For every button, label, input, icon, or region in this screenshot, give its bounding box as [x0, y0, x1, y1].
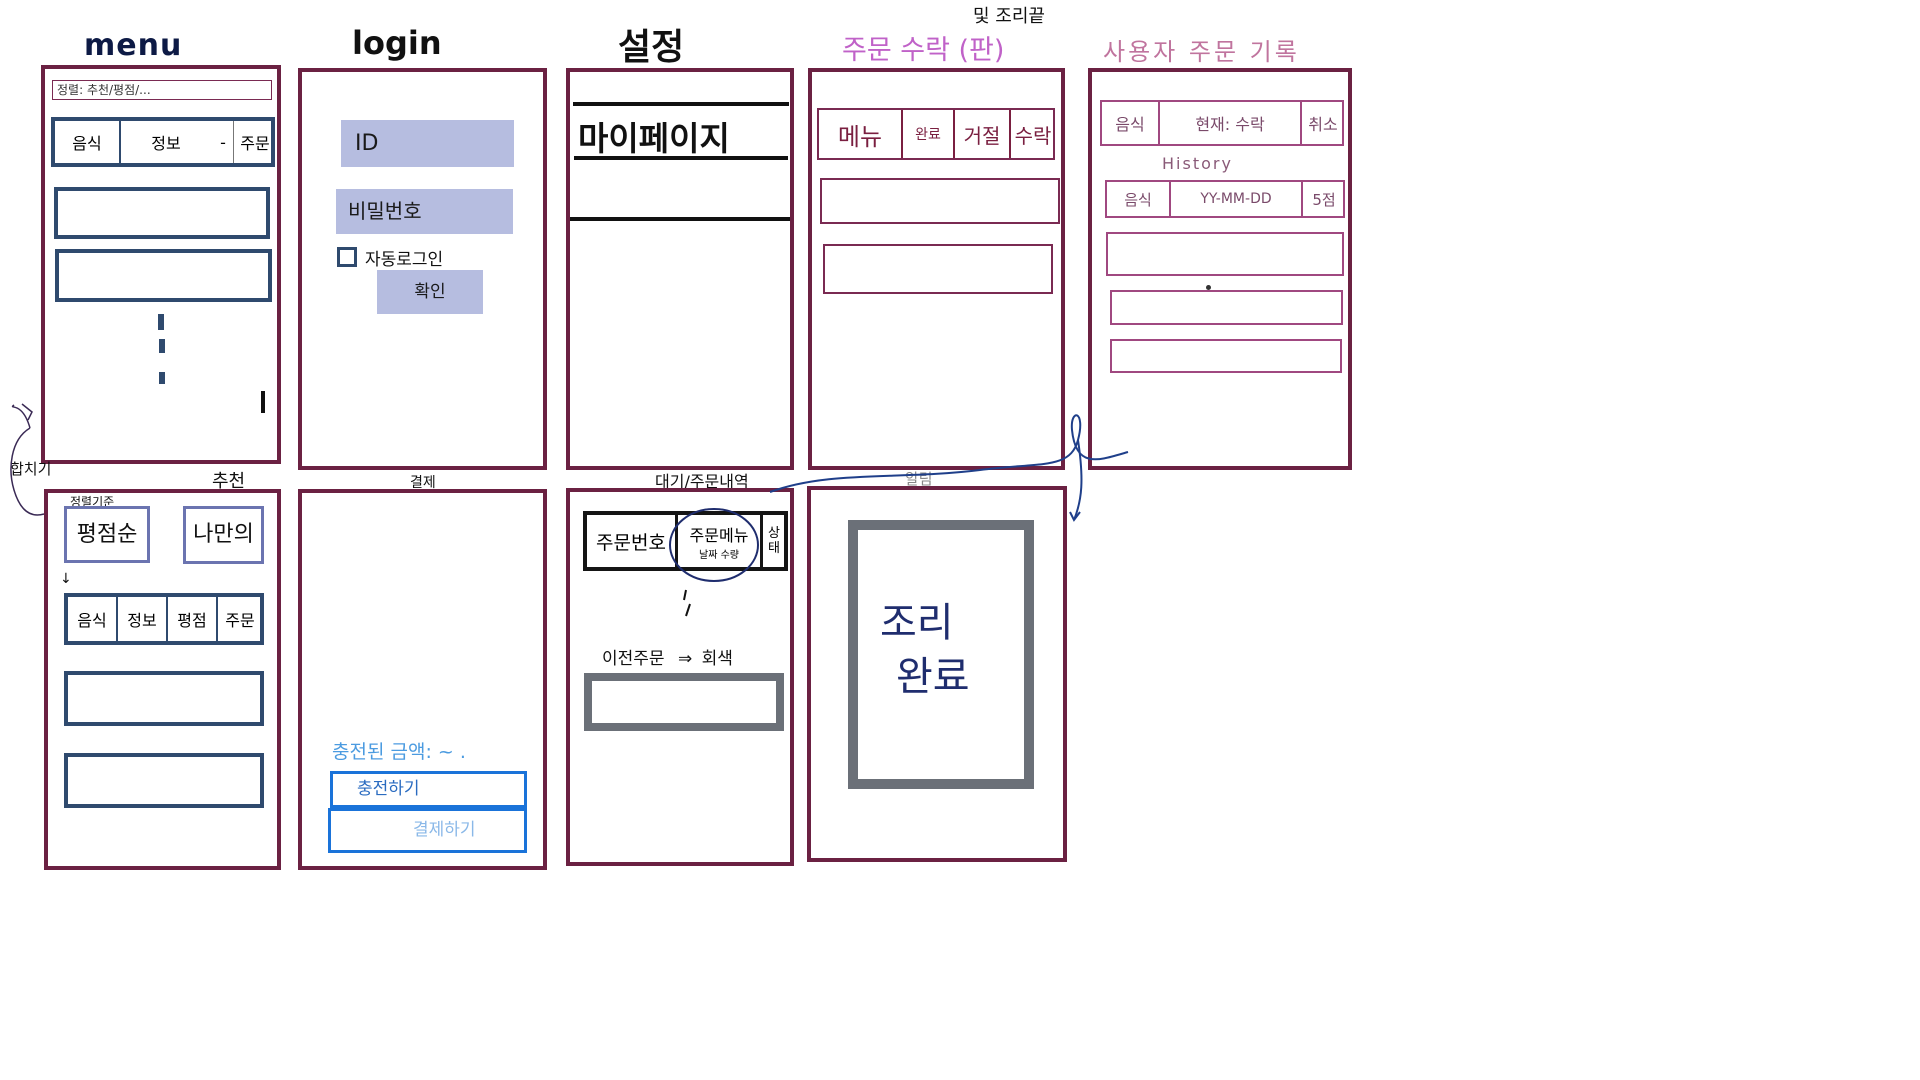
order-menu-sub-label: 날짜 수량 [699, 549, 739, 561]
order-list-item[interactable] [823, 244, 1053, 294]
menu-header-row: 음식 정보 - 주문 [51, 117, 275, 167]
header-cell-order-menu[interactable]: 주문메뉴 날짜 수량 [678, 515, 760, 567]
header-cell-reject[interactable]: 거절 [955, 110, 1009, 158]
menu-screen: 정렬: 추천/평점/... 음식 정보 - 주문 [41, 65, 281, 464]
menu-list-item[interactable] [55, 249, 272, 302]
order-accept-header-row: 메뉴 완료 거절 수락 [817, 108, 1055, 160]
order-status-header: 주문번호 주문메뉴 날짜 수량 상태 [583, 511, 788, 571]
header-cell-menu: 메뉴 [837, 122, 883, 151]
header-cell-dash: - [220, 132, 226, 152]
waiting-screen: 주문번호 주문메뉴 날짜 수량 상태 이전주문 ⇒ 회색 [566, 488, 794, 866]
mypage-top-line [573, 102, 789, 106]
password-field[interactable]: 비밀번호 [336, 189, 513, 234]
recommend-header-row: 음식 정보 평점 주문 [64, 593, 264, 645]
previous-orders-text: 이전주문 [602, 649, 665, 669]
flow-arrow-head [1069, 511, 1081, 522]
header-cell-complete[interactable]: 완료 [903, 110, 953, 158]
header-cell-order[interactable]: 주문 [235, 121, 275, 163]
title-order-accept: 주문 수락 (판) [842, 35, 1005, 66]
header-cell-food: 음식 [72, 134, 102, 153]
order-menu-label: 주문메뉴 [689, 525, 749, 545]
history-cell-food: 음식 [1124, 190, 1152, 209]
history-cell-date: YY-MM-DD [1200, 191, 1272, 207]
header-cell-info: 정보 [151, 134, 181, 153]
ellipsis-dash [159, 372, 165, 384]
recommend-list-item[interactable] [64, 753, 264, 808]
mypage-underline [574, 156, 788, 160]
settings-screen: 마이페이지 [566, 68, 794, 470]
divider [233, 121, 234, 163]
login-screen: ID 비밀번호 자동로그인 확인 [298, 68, 547, 470]
checkbox-icon[interactable] [337, 247, 357, 267]
menu-list-item[interactable] [54, 187, 270, 239]
header-cell-info: 정보 [127, 611, 157, 630]
charge-button[interactable]: 충전하기 [330, 771, 527, 808]
notify-screen: 조리 완료 [807, 486, 1067, 862]
recommend-screen: 정렬기준 평점순 나만의 ↓ 음식 정보 평점 주문 [44, 489, 281, 870]
header-cell-status: 상태 [768, 526, 780, 556]
header-cell-accept[interactable]: 수락 [1011, 110, 1055, 158]
cursor-bar-icon [261, 391, 265, 413]
history-list-item[interactable] [1110, 339, 1342, 373]
previous-orders-label: 이전주문 ⇒ 회색 [602, 644, 733, 669]
recommend-list-item[interactable] [64, 671, 264, 726]
combine-label: 합치기 [10, 460, 52, 478]
rating-sort-button[interactable]: 평점순 [64, 506, 150, 563]
user-history-screen: 음식 현재: 수락 취소 History 음식 YY-MM-DD 5점 [1088, 68, 1352, 470]
flow-arrow-icon: ⇒ [677, 649, 693, 669]
gray-note: 회색 [701, 649, 733, 669]
cook-done-line2: 완료 [896, 654, 970, 700]
history-label: History [1162, 154, 1233, 173]
previous-order-item[interactable] [584, 673, 784, 731]
title-user-history: 사용자 주문 기록 [1103, 38, 1300, 66]
flow-arrow-line [1073, 439, 1083, 521]
ellipsis-dash [159, 339, 165, 353]
pay-button[interactable]: 결제하기 [328, 808, 527, 853]
order-accept-screen: 메뉴 완료 거절 수락 [808, 68, 1065, 470]
sort-bar[interactable]: 정렬: 추천/평점/... [52, 80, 272, 100]
age-sort-button[interactable]: 나만의 [183, 506, 264, 564]
header-cell-food: 음식 [77, 611, 107, 630]
order-list-item[interactable] [820, 178, 1060, 224]
charged-amount-label: 충전된 금액: ~ . [332, 741, 466, 763]
combine-arrow-head [21, 403, 33, 421]
title-settings: 설정 [618, 27, 685, 68]
history-cell-score: 5점 [1312, 190, 1336, 209]
mypage-label[interactable]: 마이페이지 [578, 112, 730, 160]
confirm-button[interactable]: 확인 [377, 270, 483, 314]
history-list-item[interactable] [1110, 290, 1343, 325]
header-cell-order-number: 주문번호 [596, 531, 666, 554]
payment-screen: 충전된 금액: ~ . 충전하기 결제하기 [298, 489, 547, 870]
id-field[interactable]: ID [341, 120, 514, 167]
header-cell-cancel[interactable]: 취소 [1302, 102, 1344, 144]
title-menu: menu [84, 28, 183, 63]
title-order-accept-note: 및 조리끝 [973, 6, 1045, 27]
down-arrow-icon: ↓ [60, 571, 72, 587]
title-login: login [352, 24, 442, 62]
history-row: 음식 YY-MM-DD 5점 [1105, 180, 1345, 218]
ellipsis-dash [158, 314, 164, 330]
cook-done-line1: 조리 [880, 600, 954, 646]
history-list-item[interactable] [1106, 232, 1344, 276]
cook-done-panel[interactable]: 조리 완료 [848, 520, 1034, 789]
header-cell-current: 현재: 수락 [1195, 115, 1265, 134]
section-divider [570, 217, 790, 221]
header-cell-order[interactable]: 주문 [218, 597, 262, 641]
history-current-row: 음식 현재: 수락 취소 [1100, 100, 1344, 146]
header-cell-rating: 평점 [177, 611, 207, 630]
header-cell-food: 음식 [1115, 115, 1145, 134]
auto-login-label: 자동로그인 [365, 250, 444, 270]
